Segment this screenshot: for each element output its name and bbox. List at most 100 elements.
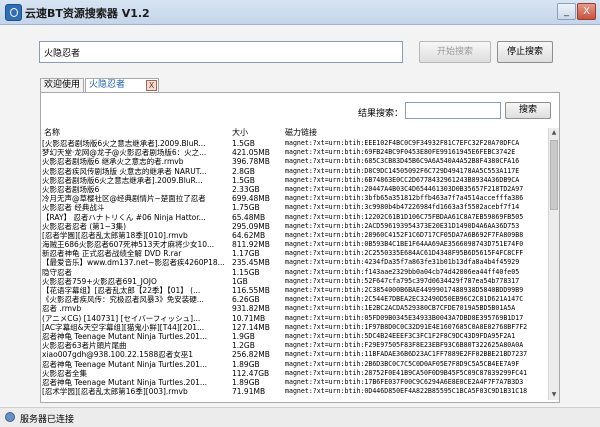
row-magnet: magnet:?xt=urn:btih:F29E97505F83F8E23EBF… <box>285 341 524 350</box>
title-bar: 云速BT资源搜索器 V1.2 _ X <box>0 0 600 25</box>
column-header-magnet[interactable]: 磁力链接 <box>285 127 317 138</box>
row-name: 火影忍者全集 <box>42 368 87 378</box>
table-row[interactable]: [忍者学園][忍者乱太郎第18季][010].rmvb 64.62MB magnet… <box>42 231 549 240</box>
tab-results-label: 火隐忍者 <box>89 80 126 90</box>
row-name: 海贼王686火影忍者607死神513天才麻将少女10... <box>42 240 215 250</box>
table-row[interactable]: [火影忍者剧场版6火之意志继承者].2009.BluR... 1.5GB magne… <box>42 139 549 148</box>
minimize-button[interactable]: _ <box>557 3 576 20</box>
scroll-thumb[interactable] <box>550 140 558 210</box>
row-size: 2.8GB <box>232 166 255 176</box>
row-magnet: magnet:?xt=urn:btih:52F647cfa795c397d063… <box>285 276 520 285</box>
row-magnet: magnet:?xt=urn:btih:2C2550335E684AC61D43… <box>285 249 524 258</box>
table-row[interactable]: 火影忍者剧场版6 2.33GB magnet:?xt=urn:btih:20447A… <box>42 185 549 194</box>
row-name: 火影忍者剧场版6火之意志继承者].2009.BluR... <box>42 175 203 185</box>
row-magnet: magnet:?xt=urn:btih:3c9980b4b47226984fd1… <box>285 203 520 212</box>
row-name: 冷月无声@草樱社区@经典剧情片~楚面拉了忍者 <box>42 194 206 204</box>
row-magnet: magnet:?xt=urn:btih:2C3854000B6BAE449990… <box>285 286 524 294</box>
row-magnet: magnet:?xt=urn:btih:f143aae2329bb0a04cb7… <box>285 267 520 276</box>
table-row[interactable]: 火影忍者759+火影忍者691_JOJO 1GB magnet:?xt=urn:bt… <box>42 277 549 286</box>
table-row[interactable]: 新忍者神龟 正式忍者战绩全解 DVD R.rar 1.17GB magnet:?xt… <box>42 249 549 258</box>
results-table: 名称 大小 磁力链接 [火影忍者剧场版6火之意志继承者].2009.BluR..… <box>42 127 549 400</box>
row-magnet: magnet:?xt=urn:btih:05FD09B0345E34933B00… <box>285 313 524 322</box>
table-row[interactable]: 火影忍者剧场版6火之意志继承者].2009.BluR... 1.5GB magnet… <box>42 176 549 185</box>
tab-close-icon[interactable]: X <box>146 80 157 91</box>
row-magnet: magnet:?xt=urn:btih:17B6FE037F00C9C6294A… <box>285 377 524 386</box>
row-magnet: magnet:?xt=urn:btih:1F97B8D0C0C32D91E4E1… <box>285 322 528 331</box>
table-row[interactable]: [AC字幕组&天空字幕组][猫鬼小鲜][T44][201... 127.14MB m… <box>42 323 549 332</box>
row-size: 1.75GB <box>232 203 260 213</box>
row-size: 1.5GB <box>232 175 255 185</box>
table-body: [火影忍者剧场版6火之意志继承者].2009.BluR... 1.5GB magne… <box>42 139 549 396</box>
tab-welcome-label: 欢迎使用 <box>44 80 81 90</box>
table-row[interactable]: 火影忍者 经典战斗 1.75GB magnet:?xt=urn:btih:3c998… <box>42 203 549 212</box>
row-size: 127.14MB <box>232 322 270 332</box>
row-magnet: magnet:?xt=urn:btih:0D446D850EF4A822B855… <box>285 387 528 396</box>
row-magnet: magnet:?xt=urn:btih:5DC4B24EEEF3C3FC1F2F… <box>285 331 516 340</box>
close-button[interactable]: X <box>577 3 596 20</box>
scroll-up-icon[interactable]: ▲ <box>549 128 559 138</box>
row-size: 65.48MB <box>232 212 266 222</box>
row-size: 1.89GB <box>232 359 260 369</box>
row-size: 71.91MB <box>232 387 266 397</box>
table-row[interactable]: 火影忍者63者片頭片尾曲 1.2GB magnet:?xt=urn:btih:F29… <box>42 341 549 350</box>
row-size: 1.15GB <box>232 267 260 277</box>
tab-results[interactable]: 火隐忍者 X <box>85 78 159 93</box>
row-name: 火影忍者剧场版6 继承火之意志的者.rmvb <box>42 157 184 167</box>
result-search-button[interactable]: 搜索 <box>505 102 551 119</box>
status-text: 服务器已连接 <box>20 415 75 425</box>
table-row[interactable]: 忍者神龟 Teenage Mutant Ninja Turtles.201...… <box>42 360 549 369</box>
table-row[interactable]: 火影忍者全集 112.47GB magnet:?xt=urn:btih:28752F… <box>42 369 549 378</box>
row-name: 【RAY】 忍者ハナトリくん #06 Ninja Hattor... <box>42 212 206 222</box>
table-row[interactable]: [忍术学园][忍者乱太郎第16季][003].rmvb 71.91MB magnet… <box>42 387 549 396</box>
search-input[interactable] <box>39 41 403 63</box>
column-header-size[interactable]: 大小 <box>232 127 248 138</box>
row-size: 1.9GB <box>232 331 255 341</box>
table-header: 名称 大小 磁力链接 <box>42 127 549 138</box>
row-magnet: magnet:?xt=urn:btih:3bfb65a351812bffb463… <box>285 194 524 203</box>
row-name: [忍术学园][忍者乱太郎第16季][003].rmvb <box>42 387 188 397</box>
start-search-button[interactable]: 开始搜索 <box>419 41 491 63</box>
row-magnet: magnet:?xt=urn:btih:EEE102F4BC0C9F34932F… <box>285 139 520 147</box>
scroll-down-icon[interactable]: ▼ <box>549 390 559 400</box>
tab-welcome[interactable]: 欢迎使用 <box>40 78 84 92</box>
app-icon <box>5 4 22 21</box>
vertical-scrollbar[interactable]: ▲ ▼ <box>548 128 559 400</box>
table-row[interactable]: 隐守忍者 1.15GB magnet:?xt=urn:btih:f143aae232… <box>42 268 549 277</box>
result-search-input[interactable] <box>405 102 501 119</box>
row-size: 1.89GB <box>232 377 260 387</box>
row-name: 忍者神龟 Teenage Mutant Ninja Turtles.201... <box>42 331 208 341</box>
row-size: 112.47GB <box>232 368 270 378</box>
table-row[interactable]: 【RAY】 忍者ハナトリくん #06 Ninja Hattor... 65.48M… <box>42 213 549 222</box>
row-size: 256.82MB <box>232 350 270 360</box>
table-row[interactable]: 冷月无声@草樱社区@经典剧情片~楚面拉了忍者 699.48MB magnet:?xt… <box>42 194 549 203</box>
table-row[interactable]: 《火影忍者疾风传：究极忍者风暴3》免安装硬... 6.26GB magnet:?xt… <box>42 295 549 304</box>
table-row[interactable]: 梦幻天堂·龙网@龙子@火影忍者剧场版6：火之... 421.05MB magnet:… <box>42 148 549 157</box>
table-row[interactable]: 【最爱音乐】www.dm137.net~影忍者疾4260P18... 235.45… <box>42 258 549 267</box>
table-row[interactable]: 忍者 .rmvb 931.82MB magnet:?xt=urn:btih:1E2B… <box>42 304 549 313</box>
table-row[interactable]: xiao007gdh@938.100.22.1588忍者女巫1 256.82MB m… <box>42 350 549 359</box>
row-name: 火影忍者疾风传剧场版 火意志的继承者 NARUT... <box>42 166 207 176</box>
table-row[interactable]: 火影忍者忍者 (第1~3集) 295.09MB magnet:?xt=urn:bti… <box>42 222 549 231</box>
row-magnet: magnet:?xt=urn:btih:1E2BC2ACDA529380CB7C… <box>285 304 516 313</box>
result-search-label: 结果搜索： <box>358 109 404 119</box>
row-name: 【最爱音乐】www.dm137.net~影忍者疾4260P18... <box>42 258 225 268</box>
row-magnet: magnet:?xt=urn:btih:0B593B4C1BE1F64AA69A… <box>285 240 524 249</box>
row-name: 忍者神龟 Teenage Mutant Ninja Turtles.201... <box>42 377 208 387</box>
stop-search-button[interactable]: 停止搜索 <box>497 41 553 63</box>
row-magnet: magnet:?xt=urn:btih:2ACD596193954373E20E… <box>285 221 520 230</box>
row-size: 64.62MB <box>232 230 266 240</box>
table-row[interactable]: 忍者神龟 Teenage Mutant Ninja Turtles.201...… <box>42 378 549 387</box>
table-row[interactable]: 火影忍者剧场版6 继承火之意志的者.rmvb 396.78MB magnet:?xt… <box>42 157 549 166</box>
table-row[interactable]: 海贼王686火影忍者607死神513天才麻将少女10... 811.92MB mag… <box>42 240 549 249</box>
table-row[interactable]: (アニメCG) [140731] [セイバーフィッシュ]... 10.71MB ma… <box>42 314 549 323</box>
row-name: 忍者 .rmvb <box>42 304 82 314</box>
server-status-icon <box>5 412 15 422</box>
column-header-name[interactable]: 名称 <box>44 127 60 138</box>
row-magnet: magnet:?xt=urn:btih:20447A4B03C4D6544613… <box>285 184 524 193</box>
table-row[interactable]: 【花语字幕组】[忍者乱太郎【22季】【01】 (... 116.55MB magne… <box>42 286 549 295</box>
table-row[interactable]: 忍者神龟 Teenage Mutant Ninja Turtles.201...… <box>42 332 549 341</box>
row-size: 6.26GB <box>232 295 260 305</box>
row-size: 116.55MB <box>232 286 270 295</box>
row-size: 295.09MB <box>232 221 270 231</box>
table-row[interactable]: 火影忍者疾风传剧场版 火意志的继承者 NARUT... 2.8GB magnet:?… <box>42 167 549 176</box>
